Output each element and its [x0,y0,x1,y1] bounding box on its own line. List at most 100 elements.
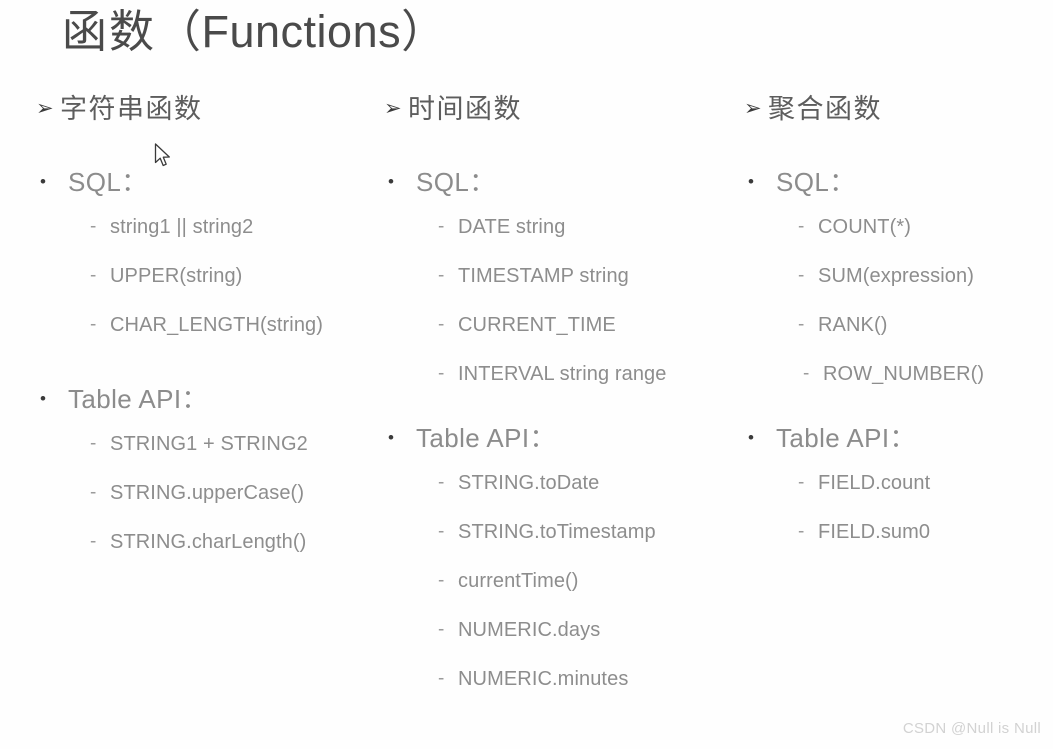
list-item: - INTERVAL string range [382,359,728,408]
list-item-label: DATE string [458,216,566,238]
dash-bullet-icon: - [798,521,805,542]
dash-bullet-icon: - [438,619,445,640]
dash-bullet-icon: - [438,521,445,542]
list-item-label: TIMESTAMP string [458,265,629,287]
page-title-cn: 函数 [62,6,157,57]
dash-bullet-icon: - [798,265,805,286]
dash-bullet-icon: - [798,314,805,335]
list-item-label: RANK() [818,314,888,336]
column-heading-label: 聚合函数 [768,94,882,124]
list-item-label: CHAR_LENGTH(string) [110,314,324,336]
dot-bullet-icon: • [748,172,754,191]
group-label-table-api: • Table API： [382,420,728,468]
dash-bullet-icon: - [90,433,97,454]
list-item-label: CURRENT_TIME [458,314,616,336]
group-label-text: Table API： [416,423,556,453]
list-item: - STRING.upperCase() [34,478,368,527]
column-heading-aggregate-functions: ➢ 聚合函数 [742,92,1053,142]
group-label-table-api: • Table API： [742,420,1053,468]
list-item-label: UPPER(string) [110,265,243,287]
watermark-text: CSDN @Null is Null [902,720,1041,737]
group-label-sql: • SQL： [382,164,728,212]
dash-bullet-icon: - [438,668,445,689]
dash-bullet-icon: - [90,482,97,503]
list-item: - DATE string [382,212,728,261]
list-item: - STRING1 + STRING2 [34,429,368,478]
dot-bullet-icon: • [748,428,754,447]
dash-bullet-icon: - [798,216,805,237]
arrow-bullet-icon: ➢ [36,97,54,120]
dash-bullet-icon: - [438,265,445,286]
sql-item-list: - DATE string - TIMESTAMP string - CURRE… [382,212,728,408]
table-api-item-list: - STRING.toDate - STRING.toTimestamp - c… [382,468,728,713]
list-item: - CURRENT_TIME [382,310,728,359]
dot-bullet-icon: • [388,172,394,191]
list-item: - STRING.toDate [382,468,728,517]
sql-item-list: - string1 || string2 - UPPER(string) - C… [34,212,368,359]
list-item: - STRING.toTimestamp [382,517,728,566]
group-label-sql: • SQL： [742,164,1053,212]
dash-bullet-icon: - [90,216,97,237]
column-string-functions: ➢ 字符串函数 • SQL： - string1 || string2 - UP… [0,92,368,749]
table-api-item-list: - FIELD.count - FIELD.sum0 [742,468,1053,566]
column-heading-string-functions: ➢ 字符串函数 [34,92,368,142]
list-item-label: STRING1 + STRING2 [110,433,308,455]
list-item-label: string1 || string2 [110,216,254,238]
list-item-label: STRING.toDate [458,472,600,494]
arrow-bullet-icon: ➢ [384,97,402,120]
dot-bullet-icon: • [388,428,394,447]
list-item-label: INTERVAL string range [458,363,667,385]
list-item: - string1 || string2 [34,212,368,261]
list-item-label: SUM(expression) [818,265,974,287]
list-item: - FIELD.count [742,468,1053,517]
page-title: 函数（Functions） [62,2,447,62]
list-item: - UPPER(string) [34,261,368,310]
column-time-functions: ➢ 时间函数 • SQL： - DATE string - TIMESTAMP … [368,92,728,749]
group-label-text: SQL： [416,167,496,197]
column-heading-label: 字符串函数 [60,94,203,124]
dash-bullet-icon: - [90,531,97,552]
list-item: - NUMERIC.days [382,615,728,664]
dash-bullet-icon: - [438,314,445,335]
list-item: - SUM(expression) [742,261,1053,310]
list-item: - TIMESTAMP string [382,261,728,310]
list-item-label: STRING.charLength() [110,531,307,553]
dot-bullet-icon: • [40,172,46,191]
list-item: - CHAR_LENGTH(string) [34,310,368,359]
list-item-label: STRING.toTimestamp [458,521,656,543]
list-item: - RANK() [742,310,1053,359]
list-item: - STRING.charLength() [34,527,368,576]
list-item: - COUNT(*) [742,212,1053,261]
group-label-sql: • SQL： [34,164,368,212]
content-columns: ➢ 字符串函数 • SQL： - string1 || string2 - UP… [0,92,1053,749]
dash-bullet-icon: - [438,570,445,591]
group-label-text: Table API： [776,423,916,453]
column-aggregate-functions: ➢ 聚合函数 • SQL： - COUNT(*) - SUM(expressio… [728,92,1053,749]
page-title-en: （Functions） [156,6,447,57]
list-item-label: FIELD.count [818,472,931,494]
arrow-bullet-icon: ➢ [744,97,762,120]
list-item: - NUMERIC.minutes [382,664,728,713]
list-item-label: STRING.upperCase() [110,482,305,504]
column-heading-label: 时间函数 [408,94,522,124]
dash-bullet-icon: - [438,216,445,237]
list-item: - ROW_NUMBER() [742,359,1053,408]
group-label-text: Table API： [68,384,208,414]
sql-item-list: - COUNT(*) - SUM(expression) - RANK() - … [742,212,1053,408]
list-item: - currentTime() [382,566,728,615]
list-item-label: ROW_NUMBER() [823,363,985,385]
list-item-label: COUNT(*) [818,216,912,238]
table-api-item-list: - STRING1 + STRING2 - STRING.upperCase()… [34,429,368,576]
list-item-label: NUMERIC.minutes [458,668,629,690]
list-item-label: FIELD.sum0 [818,521,931,543]
list-item: - FIELD.sum0 [742,517,1053,566]
group-label-table-api: • Table API： [34,381,368,429]
list-item-label: currentTime() [458,570,579,592]
dash-bullet-icon: - [438,363,445,384]
